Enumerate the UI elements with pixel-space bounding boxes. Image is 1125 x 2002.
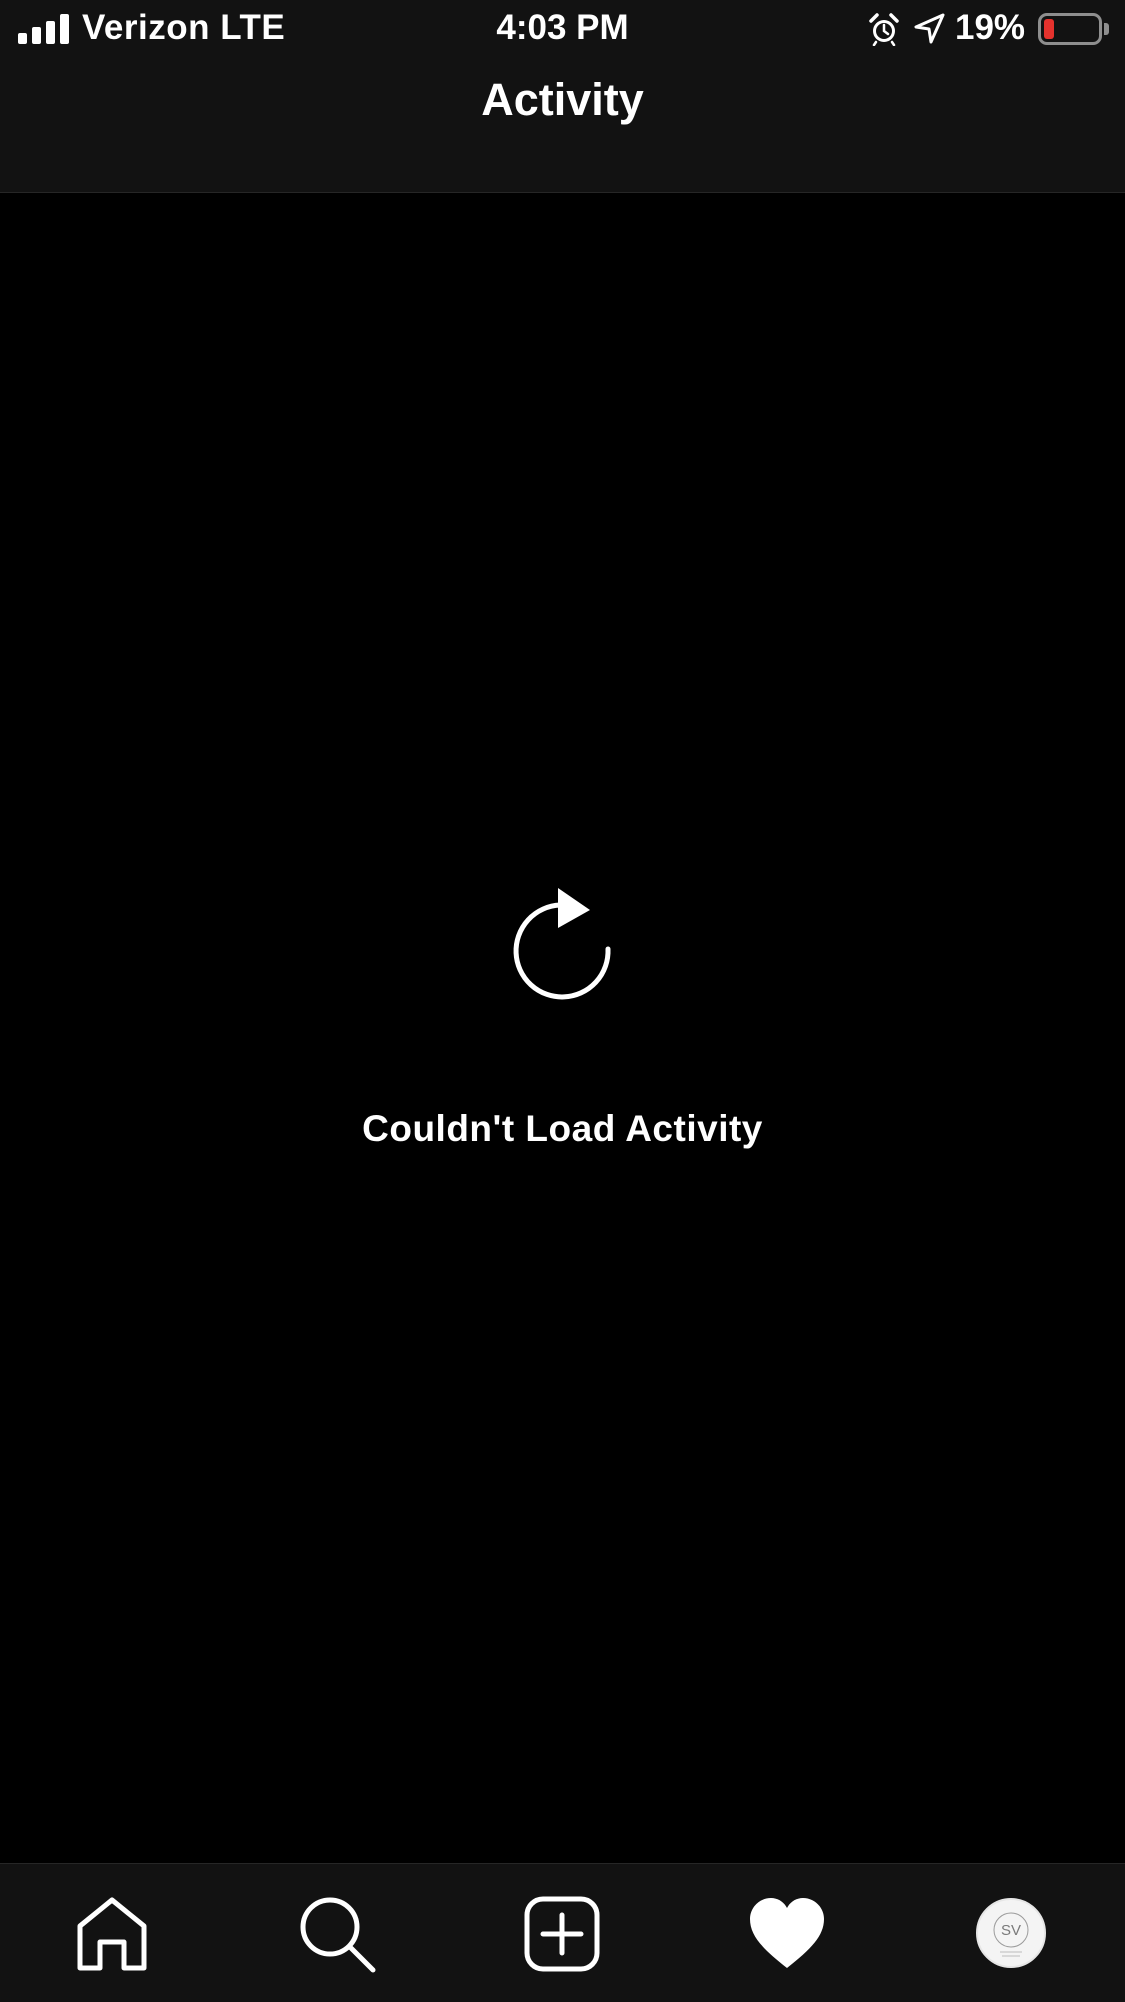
tab-activity[interactable]: [675, 1864, 900, 2002]
tab-home[interactable]: [0, 1864, 225, 2002]
location-arrow-icon: [914, 13, 945, 44]
heart-icon: [750, 1898, 824, 1968]
battery-percent: 19%: [955, 8, 1026, 47]
battery-level: [1044, 19, 1054, 39]
status-bar: Verizon LTE 4:03 PM 19%: [0, 0, 1125, 60]
svg-text:SV: SV: [1001, 1922, 1021, 1939]
alarm-icon: [869, 13, 899, 46]
search-icon: [300, 1897, 376, 1973]
avatar: SV: [976, 1898, 1046, 1968]
home-icon: [77, 1897, 147, 1971]
avatar-logo-image: SV: [993, 1912, 1029, 1957]
top-chrome: Verizon LTE 4:03 PM 19% Activity: [0, 0, 1125, 193]
battery-icon: [1038, 13, 1102, 45]
tab-bar: SV: [0, 1863, 1125, 2002]
page-title: Activity: [481, 74, 644, 125]
reload-button[interactable]: [507, 888, 619, 1010]
error-message: Couldn't Load Activity: [362, 1108, 763, 1149]
reload-icon: [513, 888, 611, 1000]
tab-profile[interactable]: SV: [900, 1864, 1125, 2002]
battery-cap: [1104, 23, 1109, 35]
tab-search[interactable]: [225, 1864, 450, 2002]
tab-new-post[interactable]: [450, 1864, 675, 2002]
add-post-icon: [524, 1896, 600, 1972]
